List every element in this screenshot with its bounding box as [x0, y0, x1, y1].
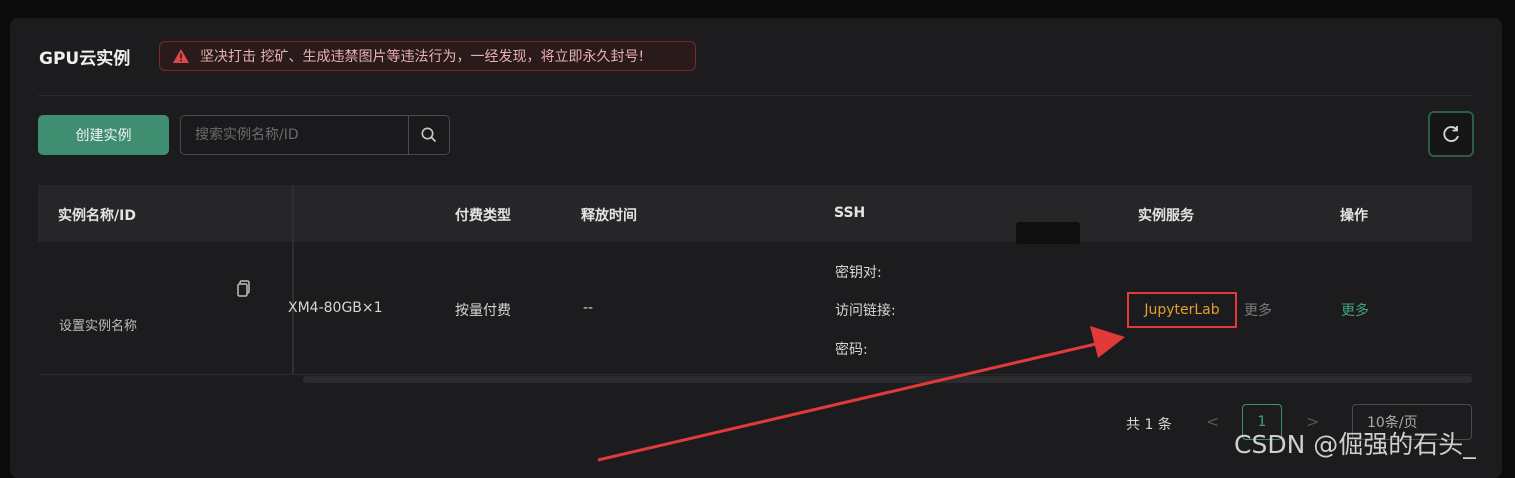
search-input[interactable] — [181, 116, 408, 154]
horizontal-scrollbar[interactable] — [303, 376, 1472, 383]
pagination-total: 共 1 条 — [1126, 417, 1172, 433]
column-header-service: 实例服务 — [1138, 208, 1194, 224]
page-title: GPU云实例 — [39, 49, 131, 69]
jupyterlab-label: JupyterLab — [1144, 302, 1220, 318]
ssh-key-pair-label: 密钥对: — [835, 265, 882, 281]
gpu-spec: XM4-80GB×1 — [288, 300, 383, 316]
service-more-link[interactable]: 更多 — [1244, 300, 1272, 320]
divider — [38, 95, 1472, 96]
pagination-prev-button[interactable]: < — [1206, 412, 1219, 431]
copy-icon[interactable] — [236, 280, 252, 298]
search-icon — [421, 127, 437, 143]
ssh-access-link-label: 访问链接: — [835, 303, 896, 319]
redaction-blot — [1016, 222, 1080, 244]
refresh-icon — [1443, 126, 1459, 142]
column-header-ssh: SSH — [834, 205, 866, 221]
instance-name[interactable]: 设置实例名称 — [59, 315, 137, 334]
action-more-link[interactable]: 更多 — [1341, 300, 1369, 320]
row-separator — [38, 374, 1472, 375]
column-header-billing: 付费类型 — [455, 208, 511, 224]
ssh-password-label: 密码: — [835, 342, 868, 358]
watermark: CSDN @倔强的石头_ — [1234, 430, 1476, 459]
fixed-column-shadow — [292, 185, 294, 375]
warning-text: 坚决打击 挖矿、生成违禁图片等违法行为，一经发现，将立即永久封号! — [200, 49, 645, 65]
billing-type: 按量付费 — [455, 303, 511, 319]
column-header-name: 实例名称/ID — [58, 208, 136, 224]
column-header-actions: 操作 — [1340, 208, 1368, 224]
release-time: -- — [583, 300, 594, 316]
warning-icon — [173, 49, 189, 63]
refresh-button[interactable] — [1428, 111, 1474, 157]
column-header-release: 释放时间 — [581, 208, 637, 224]
create-instance-button[interactable]: 创建实例 — [38, 115, 169, 155]
warning-banner: 坚决打击 挖矿、生成违禁图片等违法行为，一经发现，将立即永久封号! — [159, 41, 696, 71]
search-box — [180, 115, 450, 155]
jupyterlab-link[interactable]: JupyterLab — [1127, 292, 1237, 328]
table-header: 实例名称/ID 付费类型 释放时间 SSH 实例服务 操作 — [38, 185, 1472, 242]
search-button[interactable] — [408, 116, 449, 154]
